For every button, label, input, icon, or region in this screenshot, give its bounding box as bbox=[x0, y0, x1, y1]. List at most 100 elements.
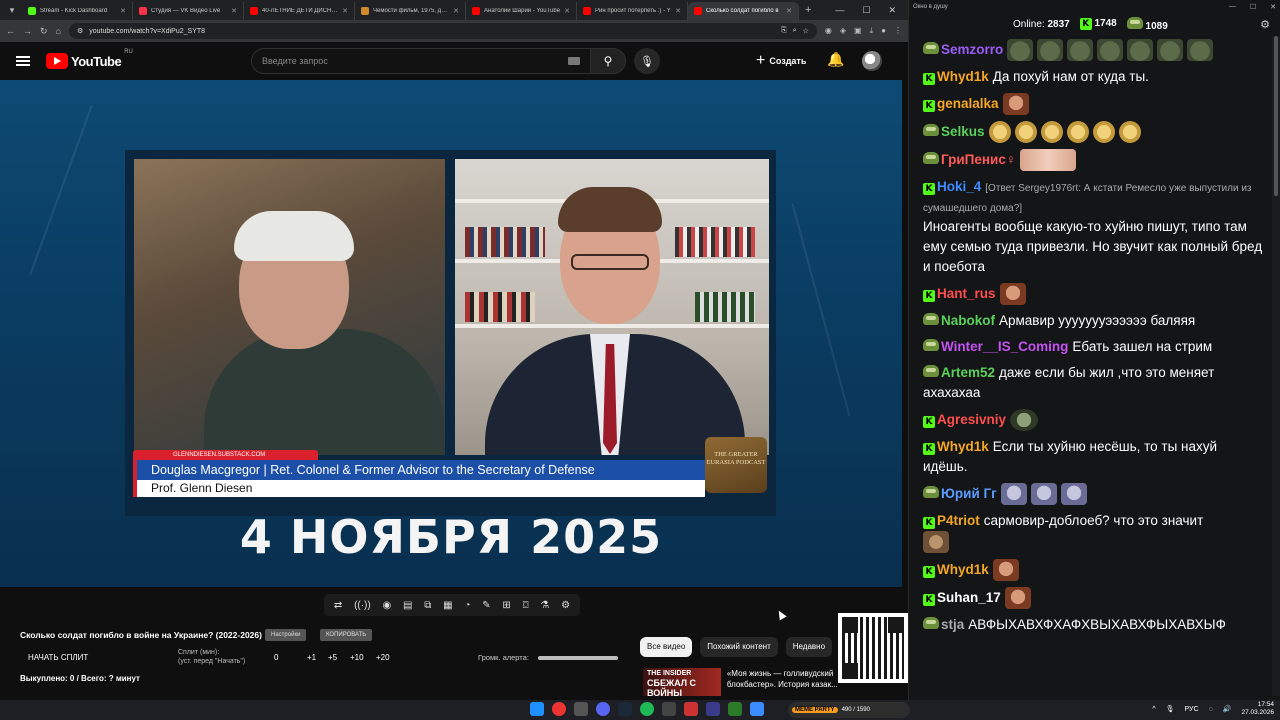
browser-tab[interactable]: 40-ЛЕТНИЕ ДЕТИ ДИСНЕЯ ✕ bbox=[244, 2, 355, 20]
edit-icon[interactable]: ✎ bbox=[482, 600, 490, 611]
browser-tab[interactable]: Рин просит потерпеть :) - Y ✕ bbox=[577, 2, 688, 20]
home-icon[interactable]: ⌂ bbox=[56, 26, 61, 36]
browser-tab[interactable]: Анатолий Шарий - YouTube ✕ bbox=[466, 2, 577, 20]
increment-button[interactable]: +10 bbox=[350, 653, 364, 662]
forward-icon[interactable]: → bbox=[23, 26, 32, 36]
audio-icon[interactable]: ((·)) bbox=[354, 600, 371, 611]
chat-nick[interactable]: Hoki_4 bbox=[937, 179, 981, 194]
youtube-logo[interactable]: YouTube RU bbox=[46, 49, 133, 69]
maximize-icon[interactable]: ☐ bbox=[862, 5, 870, 16]
discord-icon[interactable] bbox=[596, 702, 610, 716]
new-tab-button[interactable]: + bbox=[805, 4, 811, 16]
menu-hamburger-icon[interactable] bbox=[16, 56, 30, 66]
volume-icon[interactable]: 🔊 bbox=[1223, 705, 1232, 713]
flask-icon[interactable]: ⚗ bbox=[540, 600, 549, 611]
settings-chip[interactable]: Настройки bbox=[265, 629, 307, 641]
increment-button[interactable]: +20 bbox=[376, 653, 390, 662]
chat-nick[interactable]: Whyd1k bbox=[937, 562, 989, 577]
gear-icon[interactable]: ⚙ bbox=[561, 600, 570, 611]
search-input[interactable]: Введите запрос bbox=[251, 48, 593, 74]
watch-icon[interactable]: ◉ bbox=[383, 600, 392, 611]
increment-button[interactable]: +1 bbox=[307, 653, 316, 662]
steam-icon[interactable] bbox=[618, 702, 632, 716]
chat-settings-icon[interactable]: ⚙ bbox=[1260, 18, 1270, 31]
menu-icon[interactable]: ⋮ bbox=[894, 26, 902, 36]
tab-close-icon[interactable]: ✕ bbox=[120, 7, 126, 15]
download-icon[interactable]: ⤓ bbox=[870, 26, 874, 36]
close-icon[interactable]: ✕ bbox=[1270, 3, 1276, 11]
chip-similar[interactable]: Похожий контент bbox=[700, 637, 778, 657]
extension-icon[interactable]: ▣ bbox=[854, 26, 862, 36]
chat-nick[interactable]: Whyd1k bbox=[937, 69, 989, 84]
app-icon[interactable] bbox=[706, 702, 720, 716]
filmstrip-icon[interactable]: ▦ bbox=[443, 600, 452, 611]
extension-icon[interactable]: ◈ bbox=[840, 26, 846, 36]
tab-close-icon[interactable]: ✕ bbox=[564, 7, 570, 15]
minimize-icon[interactable]: — bbox=[835, 5, 844, 16]
lang-indicator[interactable]: РУС bbox=[1185, 706, 1199, 713]
tab-close-icon[interactable]: ✕ bbox=[675, 7, 681, 15]
loop-icon[interactable]: ⇄ bbox=[334, 600, 342, 611]
chat-scrollbar[interactable] bbox=[1272, 36, 1280, 696]
site-info-icon[interactable]: ⚙ bbox=[77, 27, 83, 35]
bookmark-star-icon[interactable]: ☆ bbox=[803, 27, 809, 35]
chat-nick[interactable]: Nabokof bbox=[941, 313, 995, 328]
chat-nick[interactable]: genalalka bbox=[937, 96, 999, 111]
keyboard-icon[interactable] bbox=[568, 57, 580, 65]
chrome-icon[interactable] bbox=[552, 702, 566, 716]
increment-button[interactable]: +5 bbox=[328, 653, 337, 662]
recommended-video[interactable]: THE INSIDER СБЕЖАЛ С ВОЙНЫ «Моя жизнь — … bbox=[643, 668, 838, 696]
start-split-button[interactable]: НАЧАТЬ СПЛИТ bbox=[28, 653, 88, 662]
chevron-up-icon[interactable]: ^ bbox=[1152, 706, 1155, 713]
speed-icon[interactable]: ◔ bbox=[464, 600, 470, 611]
clock[interactable]: 17:54 27.03.2026 bbox=[1241, 701, 1274, 717]
chat-nick[interactable]: Semzorro bbox=[941, 42, 1003, 57]
avatar[interactable] bbox=[862, 51, 882, 71]
profile-icon[interactable]: ● bbox=[881, 26, 886, 36]
obs-icon[interactable] bbox=[662, 702, 676, 716]
chip-recent[interactable]: Недавно bbox=[785, 637, 833, 657]
windows-start-icon[interactable] bbox=[530, 702, 544, 716]
tab-list-icon[interactable]: ▾ bbox=[4, 2, 20, 18]
browser-tab[interactable]: Stream - Kick Dashboard ✕ bbox=[22, 2, 133, 20]
tab-close-icon[interactable]: ✕ bbox=[342, 7, 348, 15]
tab-close-icon[interactable]: ✕ bbox=[453, 7, 459, 15]
video-player[interactable]: GLENNDIESEN.SUBSTACK.COM Douglas Macgreg… bbox=[0, 80, 902, 587]
network-icon[interactable]: ◌ bbox=[1209, 706, 1213, 713]
chip-all-videos[interactable]: Все видео bbox=[640, 637, 693, 657]
create-button[interactable]: + Создать bbox=[752, 51, 810, 71]
browser-tab[interactable]: Чемости фильм, 1975, дата ✕ bbox=[355, 2, 466, 20]
copy-chip[interactable]: КОПИРОВАТЬ bbox=[320, 629, 373, 641]
voice-search-button[interactable]: 🎙 bbox=[634, 48, 660, 74]
close-icon[interactable]: ✕ bbox=[888, 5, 896, 16]
app-icon[interactable] bbox=[728, 702, 742, 716]
maximize-icon[interactable]: ☐ bbox=[1250, 3, 1256, 11]
back-icon[interactable]: ← bbox=[6, 26, 15, 36]
zoom-icon[interactable]: ⌕ bbox=[793, 27, 797, 35]
app-icon[interactable] bbox=[684, 702, 698, 716]
chat-nick[interactable]: Artem52 bbox=[941, 365, 995, 380]
screenshot-icon[interactable]: ⌼ bbox=[523, 600, 529, 611]
spotify-icon[interactable] bbox=[640, 702, 654, 716]
add-icon[interactable]: ⊞ bbox=[502, 600, 510, 611]
extension-icon[interactable]: ◉ bbox=[825, 26, 832, 36]
chat-nick[interactable]: stja bbox=[941, 617, 964, 632]
tab-close-icon[interactable]: ✕ bbox=[786, 7, 792, 15]
chat-nick[interactable]: Whyd1k bbox=[937, 439, 989, 454]
chat-nick[interactable]: ГриПенис♀ bbox=[941, 152, 1016, 167]
meme-party-widget[interactable]: MEME PARTY 490 / 1590 bbox=[788, 702, 910, 718]
minimize-icon[interactable]: — bbox=[1229, 3, 1236, 11]
reload-icon[interactable]: ↻ bbox=[40, 26, 48, 37]
notifications-bell-icon[interactable]: 🔔 bbox=[827, 51, 844, 68]
cast-icon[interactable]: ⎘ bbox=[781, 27, 787, 35]
tab-close-icon[interactable]: ✕ bbox=[231, 7, 237, 15]
telegram-icon[interactable] bbox=[750, 702, 764, 716]
search-button[interactable]: ⚲ bbox=[590, 48, 626, 74]
chat-nick[interactable]: Hant_rus bbox=[937, 286, 996, 301]
chat-nick[interactable]: Selkus bbox=[941, 124, 985, 139]
browser-tab[interactable]: Сколько солдат погибло в ✕ bbox=[688, 2, 799, 20]
clip-icon[interactable]: ▤ bbox=[403, 600, 412, 611]
browser-tab[interactable]: Студия — VK Видео Live ✕ bbox=[133, 2, 244, 20]
chat-nick[interactable]: Winter__IS_Coming bbox=[941, 339, 1068, 354]
chat-nick[interactable]: Suhan_17 bbox=[937, 590, 1001, 605]
